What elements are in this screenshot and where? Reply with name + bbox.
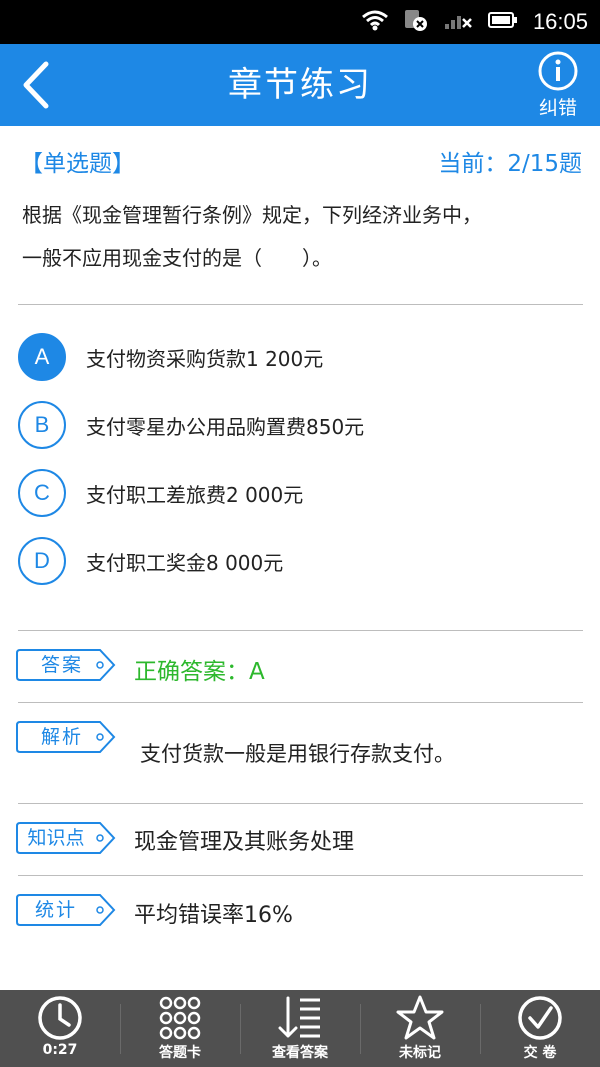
clock-icon xyxy=(38,996,82,1040)
option-a[interactable]: A 支付物资采购货款1 200元 xyxy=(18,331,578,383)
option-b-text: 支付零星办公用品购置费850元 xyxy=(86,414,365,439)
divider xyxy=(18,875,583,876)
view-answer-button[interactable]: 查看答案 xyxy=(240,990,360,1067)
question-text: 根据《现金管理暂行条例》规定，下列经济业务中， 一般不应用现金支付的是（ ）。 xyxy=(22,194,582,280)
correction-button[interactable]: 纠错 xyxy=(530,50,586,122)
option-a-letter: A xyxy=(18,333,66,381)
wifi-icon xyxy=(361,9,389,35)
option-d-letter: D xyxy=(18,537,66,585)
answer-card-label: 答题卡 xyxy=(159,1045,201,1061)
timer-button[interactable]: 0:27 xyxy=(0,990,120,1067)
option-d-text: 支付职工奖金8 000元 xyxy=(86,550,284,575)
option-c-text: 支付职工差旅费2 000元 xyxy=(86,482,304,507)
status-icons: 16:05 xyxy=(361,0,588,44)
app-bar: 章节练习 纠错 xyxy=(0,44,600,126)
option-b[interactable]: B 支付零星办公用品购置费850元 xyxy=(18,399,578,451)
view-answer-label: 查看答案 xyxy=(272,1045,328,1061)
analysis-text: 支付货款一般是用银行存款支付。 xyxy=(140,742,455,766)
page-title: 章节练习 xyxy=(228,65,372,105)
option-d[interactable]: D 支付职工奖金8 000元 xyxy=(18,535,578,587)
divider xyxy=(18,630,583,631)
check-icon xyxy=(518,996,562,1040)
mark-button[interactable]: 未标记 xyxy=(360,990,480,1067)
correct-answer: 正确答案：A xyxy=(134,659,265,685)
question-progress: 当前：2/15题 xyxy=(438,151,582,177)
option-c-letter: C xyxy=(18,469,66,517)
signal-icon xyxy=(443,9,473,35)
divider xyxy=(18,702,583,703)
answer-tag-label: 答案 xyxy=(40,654,83,676)
battery-icon xyxy=(487,10,519,34)
correction-label: 纠错 xyxy=(538,97,577,119)
question-type: 【单选题】 xyxy=(20,151,135,177)
bottom-toolbar: 0:27 答题卡 查看答案 未标记 交 卷 xyxy=(0,990,600,1067)
submit-button[interactable]: 交 卷 xyxy=(480,990,600,1067)
divider xyxy=(18,304,583,305)
question-text-line-2: 一般不应用现金支付的是（ ）。 xyxy=(22,246,332,270)
submit-label: 交 卷 xyxy=(523,1045,557,1061)
back-arrow-icon xyxy=(23,61,49,109)
status-time: 16:05 xyxy=(532,9,588,34)
analysis-tag-label: 解析 xyxy=(40,726,83,748)
knowledge-text: 现金管理及其账务处理 xyxy=(134,830,355,855)
stats-text: 平均错误率16% xyxy=(134,903,293,928)
divider xyxy=(18,803,583,804)
sim-icon xyxy=(403,8,429,36)
star-icon xyxy=(396,995,444,1040)
stats-tag-label: 统计 xyxy=(34,899,77,921)
timer-label: 0:27 xyxy=(42,1042,78,1058)
knowledge-tag-label: 知识点 xyxy=(27,827,85,849)
info-icon xyxy=(538,51,578,91)
answer-card-button[interactable]: 答题卡 xyxy=(120,990,240,1067)
back-button[interactable] xyxy=(14,58,58,112)
option-a-text: 支付物资采购货款1 200元 xyxy=(86,346,324,371)
option-b-letter: B xyxy=(18,401,66,449)
option-c[interactable]: C 支付职工差旅费2 000元 xyxy=(18,467,578,519)
grid-icon xyxy=(159,996,201,1040)
mark-label: 未标记 xyxy=(399,1045,441,1061)
status-bar: 16:05 xyxy=(0,0,600,44)
list-down-icon xyxy=(278,996,320,1038)
question-text-line-1: 根据《现金管理暂行条例》规定，下列经济业务中， xyxy=(22,203,482,227)
